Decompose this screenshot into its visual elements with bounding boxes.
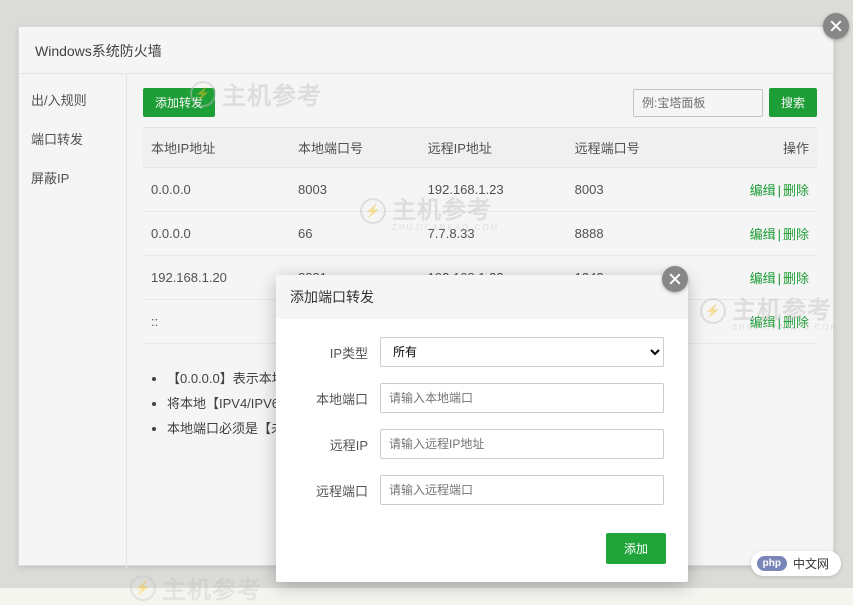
close-modal-button[interactable] xyxy=(662,266,688,292)
modal-submit-button[interactable]: 添加 xyxy=(606,533,666,564)
ip-type-select[interactable]: 所有 xyxy=(380,337,664,367)
remote-ip-input[interactable] xyxy=(380,429,664,459)
remote-port-label: 远程端口 xyxy=(300,481,380,500)
close-panel-button[interactable] xyxy=(823,13,849,39)
local-port-label: 本地端口 xyxy=(300,389,380,408)
ip-type-label: IP类型 xyxy=(300,343,380,362)
add-forward-modal: 添加端口转发 IP类型 所有 本地端口 远程IP 远程端口 添加 xyxy=(276,275,688,582)
close-icon xyxy=(669,273,681,285)
php-logo-icon: php xyxy=(757,556,787,571)
modal-title: 添加端口转发 xyxy=(276,275,688,319)
remote-ip-label: 远程IP xyxy=(300,435,380,454)
close-icon xyxy=(830,20,842,32)
local-port-input[interactable] xyxy=(380,383,664,413)
badge-text: 中文网 xyxy=(793,555,829,572)
remote-port-input[interactable] xyxy=(380,475,664,505)
php-badge: php 中文网 xyxy=(751,551,841,576)
